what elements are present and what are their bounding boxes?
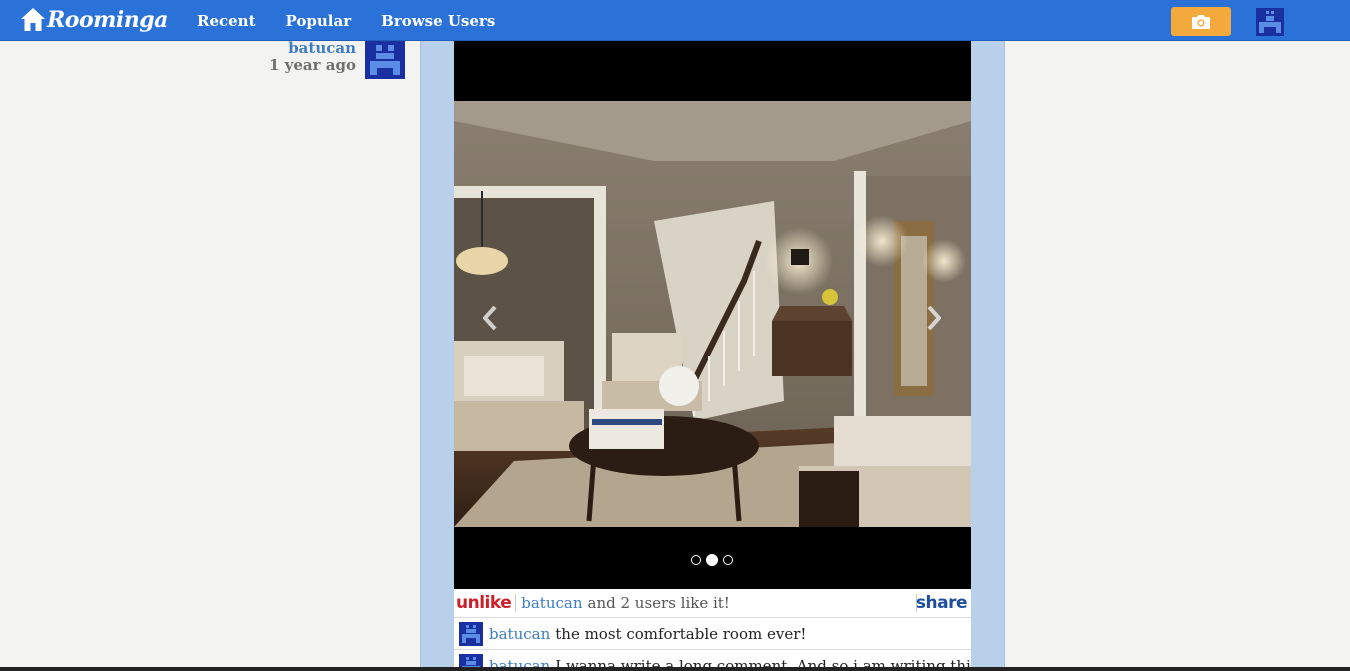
- logo-text: Roominga: [47, 7, 168, 33]
- unlike-button[interactable]: unlike: [456, 593, 512, 613]
- like-bar: unlike batucan and 2 users like it! shar…: [454, 589, 971, 618]
- chevron-left-icon: [483, 305, 497, 331]
- logo[interactable]: Roominga: [20, 4, 168, 36]
- house-icon: [21, 8, 45, 31]
- comment-item: batucan the most comfortable room ever!: [454, 619, 971, 650]
- main-nav: Recent Popular Browse Users: [197, 0, 525, 41]
- author-avatar[interactable]: [365, 41, 405, 79]
- comment-text: the most comfortable room ever!: [555, 625, 807, 643]
- post-author: batucan 1 year ago: [269, 40, 356, 74]
- comment-user-link[interactable]: batucan: [489, 625, 550, 643]
- user-avatar-menu[interactable]: [1256, 8, 1284, 36]
- nav-popular[interactable]: Popular: [286, 12, 352, 30]
- slide-dot-1[interactable]: [691, 555, 701, 565]
- upload-photo-button[interactable]: [1171, 7, 1231, 36]
- slide-dot-2-active[interactable]: [706, 554, 718, 566]
- share-button[interactable]: share: [916, 593, 968, 613]
- author-name-link[interactable]: batucan: [269, 40, 356, 57]
- photo-gallery: [454, 41, 971, 589]
- like-user-link[interactable]: batucan: [521, 594, 582, 612]
- post-card: unlike batucan and 2 users like it! shar…: [454, 41, 971, 671]
- next-photo-button[interactable]: [922, 303, 946, 333]
- top-nav-bar: Roominga Recent Popular Browse Users: [0, 0, 1350, 41]
- slide-dot-3[interactable]: [723, 555, 733, 565]
- previous-photo-button[interactable]: [478, 303, 502, 333]
- slide-indicators: [691, 554, 733, 566]
- like-summary: and 2 users like it!: [587, 594, 730, 612]
- nav-browse-users[interactable]: Browse Users: [381, 12, 495, 30]
- chevron-right-icon: [927, 305, 941, 331]
- post-timestamp: 1 year ago: [269, 56, 356, 74]
- room-photo[interactable]: [454, 101, 971, 527]
- divider: [515, 594, 517, 612]
- comment-avatar[interactable]: [459, 622, 483, 646]
- nav-recent[interactable]: Recent: [197, 12, 256, 30]
- window-bottom-edge: [0, 667, 1350, 671]
- camera-icon: [1192, 14, 1210, 29]
